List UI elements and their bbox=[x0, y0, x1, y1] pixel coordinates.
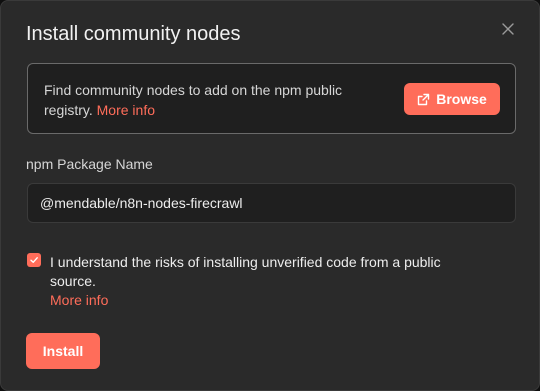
info-text: Find community nodes to add on the npm p… bbox=[44, 82, 343, 118]
dialog-title: Install community nodes bbox=[26, 23, 241, 45]
external-link-icon bbox=[418, 93, 430, 105]
info-text-block: Find community nodes to add on the npm p… bbox=[44, 80, 384, 120]
install-label: Install bbox=[42, 343, 84, 359]
info-callout: Find community nodes to add on the npm p… bbox=[27, 63, 516, 134]
package-name-input[interactable] bbox=[27, 183, 516, 223]
consent-more-info-link[interactable]: More info bbox=[50, 291, 108, 310]
risk-consent-checkbox[interactable] bbox=[27, 253, 41, 267]
browse-label: Browse bbox=[436, 91, 487, 107]
close-button[interactable] bbox=[498, 19, 518, 39]
close-icon bbox=[502, 23, 514, 35]
install-button[interactable]: Install bbox=[26, 333, 100, 369]
checkmark-icon bbox=[30, 257, 38, 263]
info-more-info-link[interactable]: More info bbox=[97, 102, 155, 118]
package-name-label: npm Package Name bbox=[26, 156, 153, 172]
browse-button[interactable]: Browse bbox=[404, 83, 500, 115]
risk-consent-text: I understand the risks of installing unv… bbox=[50, 254, 441, 289]
install-community-nodes-dialog: Install community nodes Find community n… bbox=[0, 0, 540, 391]
